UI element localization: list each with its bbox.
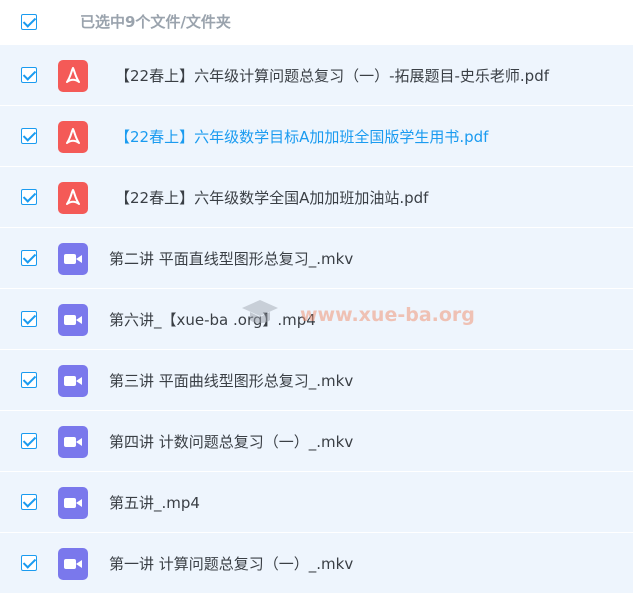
file-row[interactable]: 第一讲 计算问题总复习（一）_.mkv bbox=[0, 533, 633, 594]
file-name: 第六讲_【xue-ba .org】.mp4 bbox=[109, 311, 316, 329]
video-file-icon bbox=[58, 243, 88, 275]
video-file-icon bbox=[58, 548, 88, 580]
pdf-file-icon bbox=[58, 60, 88, 92]
file-row[interactable]: 【22春上】六年级数学全国A加加班加油站.pdf bbox=[0, 167, 633, 228]
video-file-icon bbox=[58, 426, 88, 458]
video-file-icon bbox=[58, 304, 88, 336]
file-row[interactable]: 第二讲 平面直线型图形总复习_.mkv bbox=[0, 228, 633, 289]
file-name: 【22春上】六年级数学全国A加加班加油站.pdf bbox=[115, 189, 429, 207]
file-row[interactable]: 第六讲_【xue-ba .org】.mp4 bbox=[0, 289, 633, 350]
video-file-icon bbox=[58, 487, 88, 519]
selection-count-label: 已选中9个文件/文件夹 bbox=[80, 13, 231, 31]
pdf-file-icon bbox=[58, 121, 88, 153]
file-checkbox[interactable] bbox=[21, 372, 37, 388]
file-row[interactable]: 第三讲 平面曲线型图形总复习_.mkv bbox=[0, 350, 633, 411]
file-name: 第一讲 计算问题总复习（一）_.mkv bbox=[109, 555, 354, 573]
selection-header: 已选中9个文件/文件夹 bbox=[0, 0, 633, 44]
file-list: 【22春上】六年级计算问题总复习（一）-拓展题目-史乐老师.pdf 【22春上】… bbox=[0, 45, 633, 594]
file-checkbox[interactable] bbox=[21, 555, 37, 571]
file-name: 第五讲_.mp4 bbox=[109, 494, 200, 512]
video-file-icon bbox=[58, 365, 88, 397]
file-checkbox[interactable] bbox=[21, 250, 37, 266]
file-name: 第三讲 平面曲线型图形总复习_.mkv bbox=[109, 372, 354, 390]
file-checkbox[interactable] bbox=[21, 128, 37, 144]
file-checkbox[interactable] bbox=[21, 189, 37, 205]
file-checkbox[interactable] bbox=[21, 433, 37, 449]
file-name: 第二讲 平面直线型图形总复习_.mkv bbox=[109, 250, 354, 268]
file-name: 【22春上】六年级计算问题总复习（一）-拓展题目-史乐老师.pdf bbox=[115, 67, 550, 85]
file-checkbox[interactable] bbox=[21, 311, 37, 327]
file-row[interactable]: 第五讲_.mp4 bbox=[0, 472, 633, 533]
file-row[interactable]: 【22春上】六年级计算问题总复习（一）-拓展题目-史乐老师.pdf bbox=[0, 45, 633, 106]
file-checkbox[interactable] bbox=[21, 67, 37, 83]
file-row[interactable]: 第四讲 计数问题总复习（一）_.mkv bbox=[0, 411, 633, 472]
select-all-checkbox[interactable] bbox=[21, 14, 37, 30]
file-row[interactable]: 【22春上】六年级数学目标A加加班全国版学生用书.pdf bbox=[0, 106, 633, 167]
file-checkbox[interactable] bbox=[21, 494, 37, 510]
file-name: 第四讲 计数问题总复习（一）_.mkv bbox=[109, 433, 354, 451]
file-name: 【22春上】六年级数学目标A加加班全国版学生用书.pdf bbox=[115, 128, 489, 146]
pdf-file-icon bbox=[58, 182, 88, 214]
